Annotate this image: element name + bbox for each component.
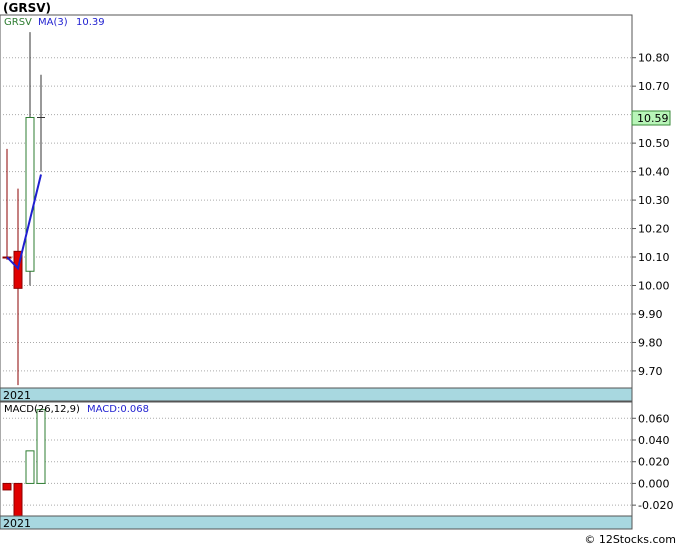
macd-panel-frame xyxy=(0,401,633,517)
footer-credit: © 12Stocks.com xyxy=(584,533,676,546)
price-panel-frame xyxy=(0,14,633,389)
macd-axis: -0.020 0.000 0.020 0.040 0.060 xyxy=(632,412,673,512)
price-tick-label: 10.20 xyxy=(638,223,670,236)
price-tick-label: 9.90 xyxy=(638,308,663,321)
macd-tick-label: 0.040 xyxy=(638,434,670,447)
macd-bar xyxy=(13,482,23,517)
price-tick-label: 10.70 xyxy=(638,80,670,93)
price-tick-label: 9.80 xyxy=(638,336,663,349)
price-date-band xyxy=(0,387,633,402)
legend-ma-value: 10.39 xyxy=(76,17,105,28)
price-tick-label: 10.80 xyxy=(638,52,670,65)
macd-date-label: 2021 xyxy=(3,517,31,530)
macd-bar xyxy=(36,409,46,484)
price-tick-label: 10.50 xyxy=(638,137,670,150)
price-tick-label: 10.30 xyxy=(638,194,670,207)
price-tick-label: 9.70 xyxy=(638,365,663,378)
macd-bar xyxy=(2,482,12,491)
last-price-label: 10.59 xyxy=(637,112,669,125)
macd-tick-label: 0.020 xyxy=(638,456,670,469)
stock-chart: (GRSV) 9.70 9.80 9.90 10.00 10.10 10.20 10.30 1… xyxy=(0,1,676,546)
macd-tick-label: 0.000 xyxy=(638,477,670,490)
price-tick-label: 10.00 xyxy=(638,279,670,292)
legend-macd-label: MACD(26,12,9) xyxy=(4,404,80,415)
price-tick-label: 10.10 xyxy=(638,251,670,264)
legend-ma-label: MA(3) xyxy=(38,17,68,28)
legend-macd-value: MACD:0.068 xyxy=(87,404,149,415)
price-tick-label: 10.40 xyxy=(638,166,670,179)
chart-title: (GRSV) xyxy=(3,1,51,15)
price-date-label: 2021 xyxy=(3,389,31,402)
legend-symbol: GRSV xyxy=(4,17,32,28)
candle-body xyxy=(25,117,35,272)
macd-tick-label: 0.060 xyxy=(638,412,670,425)
macd-bar xyxy=(25,450,35,484)
macd-tick-label: -0.020 xyxy=(638,499,673,512)
macd-date-band xyxy=(0,515,633,530)
price-axis: 9.70 9.80 9.90 10.00 10.10 10.20 10.30 10.40 10.… xyxy=(632,52,670,378)
